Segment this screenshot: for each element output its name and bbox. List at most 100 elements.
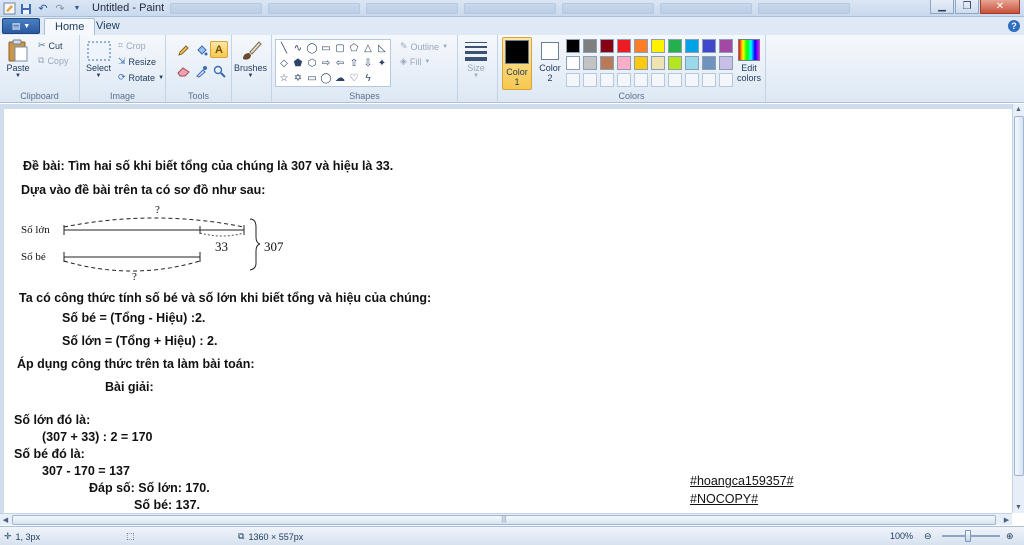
tab-view[interactable]: View [86,18,130,35]
scroll-down-icon[interactable]: ▼ [1013,502,1024,513]
scroll-up-icon[interactable]: ▲ [1013,104,1024,115]
curve-shape-icon[interactable]: ∿ [291,41,305,56]
rotate-button[interactable]: ⟳ Rotate ▼ [118,72,164,83]
eraser-icon[interactable] [174,63,192,80]
shapes-gallery[interactable]: ╲ ∿ ◯ ▭ ▢ ⬠ △ ◺ ◇ ⬟ ⬡ ⇨ ⇦ ⇧ ⇩ ✦ ☆ ✡ ▭ ◯ [275,39,391,87]
brush-icon [239,39,263,63]
palette-color-swatch[interactable] [600,39,614,53]
magnifier-icon[interactable] [210,63,228,80]
horizontal-scroll-thumb[interactable]: ||| [12,515,996,525]
palette-color-swatch[interactable] [719,39,733,53]
paint-menu-button[interactable]: ▤ ▼ [2,18,40,34]
custom-color-slot[interactable] [634,73,648,87]
vertical-scrollbar[interactable]: ▲ ▼ [1012,104,1024,513]
triangle-shape-icon[interactable]: △ [361,41,375,56]
vertical-scroll-thumb[interactable] [1014,116,1024,476]
lightning-shape-icon[interactable]: ϟ [361,71,375,86]
outline-button[interactable]: ✎ Outline ▼ [400,41,448,52]
close-button[interactable]: ✕ [980,0,1020,14]
resize-button[interactable]: ⇲ Resize [118,56,156,67]
palette-color-swatch[interactable] [566,39,580,53]
undo-icon[interactable]: ↶ [36,2,50,15]
heart-shape-icon[interactable]: ♡ [347,71,361,86]
custom-color-slot[interactable] [668,73,682,87]
text-tool-icon[interactable]: A [210,41,228,58]
copy-button[interactable]: ⧉ Copy [38,55,68,66]
left-arrow-shape-icon[interactable]: ⇦ [333,56,347,71]
palette-color-swatch[interactable] [685,56,699,70]
edit-colors-button[interactable]: Edit colors [734,39,764,83]
zoom-slider-track[interactable] [942,535,1000,537]
pentagon-shape-icon[interactable]: ⬟ [291,56,305,71]
horizontal-scrollbar[interactable]: ◀ ||| ▶ [0,513,1012,525]
color1-button[interactable]: Color 1 [502,37,532,90]
palette-color-swatch[interactable] [583,56,597,70]
palette-color-swatch[interactable] [566,56,580,70]
palette-color-swatch[interactable] [617,39,631,53]
scroll-right-icon[interactable]: ▶ [1001,514,1012,525]
color-picker-icon[interactable] [192,63,210,80]
zoom-out-icon[interactable]: ⊖ [924,531,932,542]
custom-color-slot[interactable] [719,73,733,87]
brushes-button[interactable]: Brushes ▼ [234,39,267,79]
drawing-canvas[interactable]: Đề bài: Tìm hai số khi biết tổng của chú… [4,109,1012,513]
color2-button[interactable]: Color 2 [538,39,562,83]
palette-color-swatch[interactable] [583,39,597,53]
palette-color-swatch[interactable] [702,39,716,53]
scroll-left-icon[interactable]: ◀ [0,514,11,525]
hexagon-shape-icon[interactable]: ⬡ [305,56,319,71]
palette-color-swatch[interactable] [634,56,648,70]
save-icon[interactable] [19,2,33,15]
cloud-callout-shape-icon[interactable]: ☁ [333,71,347,86]
fill-button[interactable]: ◈ Fill ▼ [400,56,430,67]
pencil-icon[interactable] [174,42,192,59]
fill-bucket-icon[interactable] [192,42,210,59]
palette-color-swatch[interactable] [600,56,614,70]
rounded-callout-shape-icon[interactable]: ▭ [305,71,319,86]
rectangle-shape-icon[interactable]: ▭ [319,41,333,56]
custom-color-slot[interactable] [600,73,614,87]
oval-shape-icon[interactable]: ◯ [305,41,319,56]
custom-color-slot[interactable] [583,73,597,87]
zoom-in-icon[interactable]: ⊕ [1006,531,1014,542]
diamond-shape-icon[interactable]: ◇ [277,56,291,71]
palette-color-swatch[interactable] [634,39,648,53]
customize-qat-icon[interactable]: ▼ [70,2,84,15]
maximize-button[interactable]: ❐ [955,0,979,14]
palette-color-swatch[interactable] [668,39,682,53]
ribbon-tab-row: ▤ ▼ Home View ? [0,17,1024,35]
four-point-star-shape-icon[interactable]: ✦ [375,56,389,71]
custom-color-slot[interactable] [566,73,580,87]
custom-color-slot[interactable] [617,73,631,87]
cut-button[interactable]: ✂ Cut [38,40,63,51]
right-arrow-shape-icon[interactable]: ⇨ [319,56,333,71]
minimize-button[interactable]: ▁ [930,0,954,14]
palette-color-swatch[interactable] [719,56,733,70]
redo-icon[interactable]: ↷ [53,2,67,15]
select-button[interactable]: Select ▼ [86,39,111,79]
paste-button[interactable]: Paste ▼ [6,39,30,79]
custom-color-slot[interactable] [702,73,716,87]
oval-callout-shape-icon[interactable]: ◯ [319,71,333,86]
palette-color-swatch[interactable] [685,39,699,53]
palette-color-swatch[interactable] [668,56,682,70]
palette-color-swatch[interactable] [651,39,665,53]
rounded-rectangle-shape-icon[interactable]: ▢ [333,41,347,56]
zoom-slider-thumb[interactable] [965,530,971,542]
right-triangle-shape-icon[interactable]: ◺ [375,41,389,56]
down-arrow-shape-icon[interactable]: ⇩ [361,56,375,71]
five-point-star-shape-icon[interactable]: ☆ [277,71,291,86]
six-point-star-shape-icon[interactable]: ✡ [291,71,305,86]
crop-button[interactable]: ⌗ Crop [118,40,146,51]
up-arrow-shape-icon[interactable]: ⇧ [347,56,361,71]
line-shape-icon[interactable]: ╲ [277,41,291,56]
paint-app-icon[interactable] [2,2,16,15]
palette-color-swatch[interactable] [651,56,665,70]
help-icon[interactable]: ? [1008,20,1020,32]
polygon-shape-icon[interactable]: ⬠ [347,41,361,56]
size-button[interactable]: Size ▼ [464,39,488,79]
palette-color-swatch[interactable] [617,56,631,70]
custom-color-slot[interactable] [651,73,665,87]
palette-color-swatch[interactable] [702,56,716,70]
custom-color-slot[interactable] [685,73,699,87]
